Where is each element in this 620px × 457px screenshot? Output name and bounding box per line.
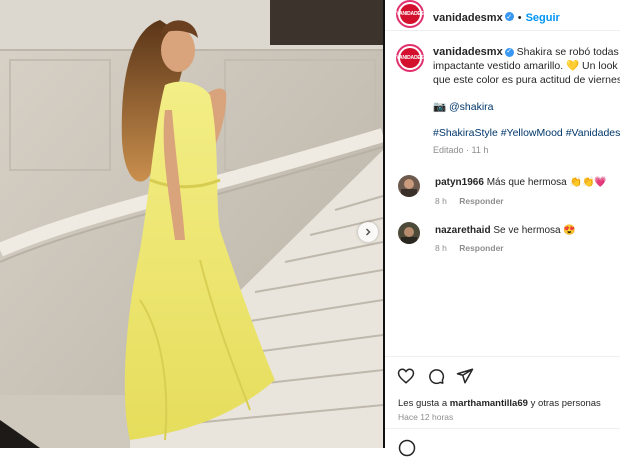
hashtags[interactable]: #ShakiraStyle #YellowMood #VanidadesF <box>433 126 620 140</box>
chevron-right-icon <box>365 228 371 236</box>
emoji-icon[interactable] <box>398 439 416 457</box>
comment-2-meta: 8 h Responder <box>435 243 514 253</box>
comment-avatar[interactable] <box>398 175 420 197</box>
heart-icon[interactable] <box>397 367 415 385</box>
comment-username[interactable]: patyn1966 <box>435 177 484 188</box>
comment-age: 8 h <box>435 196 447 206</box>
likes-suffix[interactable]: y otras personas <box>531 398 601 409</box>
caption-text-2: impactante vestido amarillo. 💛 Un look <box>433 60 618 72</box>
caption-text-1: Shakira se robó todas las <box>516 46 620 58</box>
comment-body: Se ve hermosa 😍 <box>493 225 576 236</box>
mention-link[interactable]: @shakira <box>449 101 494 113</box>
comment-bar <box>385 428 620 457</box>
comment-2: nazarethaid Se ve hermosa 😍 <box>435 225 576 236</box>
reply-button[interactable]: Responder <box>459 196 503 206</box>
post-header: VANIDADES vanidadesmx ✓ • Seguir <box>385 0 620 31</box>
likes-line: Les gusta a marthamantilla69 y otras per… <box>398 398 601 409</box>
carousel-next-button[interactable] <box>358 222 378 242</box>
post-caption: vanidadesmx✓ Shakira se robó todas las i… <box>433 45 620 157</box>
comment-1: patyn1966 Más que hermosa 👏👏💗 <box>435 177 607 188</box>
caption-line-1: vanidadesmx✓ Shakira se robó todas las <box>433 45 620 59</box>
camera-icon: 📷 <box>433 101 447 113</box>
avatar-photo <box>398 222 420 244</box>
comment-avatar[interactable] <box>398 222 420 244</box>
shakira-yellow-dress-photo <box>0 0 383 448</box>
comment-1-meta: 8 h Responder <box>435 196 514 206</box>
avatar-photo <box>398 175 420 197</box>
header-username[interactable]: vanidadesmx <box>433 12 503 24</box>
avatar-logo: VANIDADES <box>396 4 424 24</box>
likes-prefix: Les gusta a <box>398 398 448 409</box>
comment-username[interactable]: nazarethaid <box>435 225 491 236</box>
follow-button[interactable]: Seguir <box>526 12 560 24</box>
header-avatar[interactable]: VANIDADES <box>396 0 424 28</box>
caption-mention-line: 📷 @shakira <box>433 100 620 114</box>
caption-edited: Editado · 11 h <box>433 145 489 155</box>
header-user-line: vanidadesmx ✓ • Seguir <box>433 8 560 26</box>
header-dot: • <box>517 12 522 24</box>
caption-username[interactable]: vanidadesmx <box>433 46 503 58</box>
comment-body: Más que hermosa 👏👏💗 <box>486 177 607 188</box>
comment-icon[interactable] <box>427 367 445 385</box>
post-side-panel: VANIDADES vanidadesmx ✓ • Seguir VANIDADES … <box>385 0 620 457</box>
reply-button[interactable]: Responder <box>459 243 503 253</box>
post-photo[interactable] <box>0 0 383 448</box>
caption-avatar-logo: VANIDADES <box>396 48 424 68</box>
actions-bar <box>385 356 620 357</box>
comment-age: 8 h <box>435 243 447 253</box>
likes-user[interactable]: marthamantilla69 <box>450 398 528 409</box>
post-time: Hace 12 horas <box>398 412 454 422</box>
caption-text-3: que este color es pura actitud de vierne… <box>433 74 620 86</box>
caption-avatar[interactable]: VANIDADES <box>396 44 424 72</box>
share-icon[interactable] <box>456 367 474 385</box>
verified-badge-icon: ✓ <box>504 12 514 22</box>
caption-verified-icon: ✓ <box>504 47 514 57</box>
